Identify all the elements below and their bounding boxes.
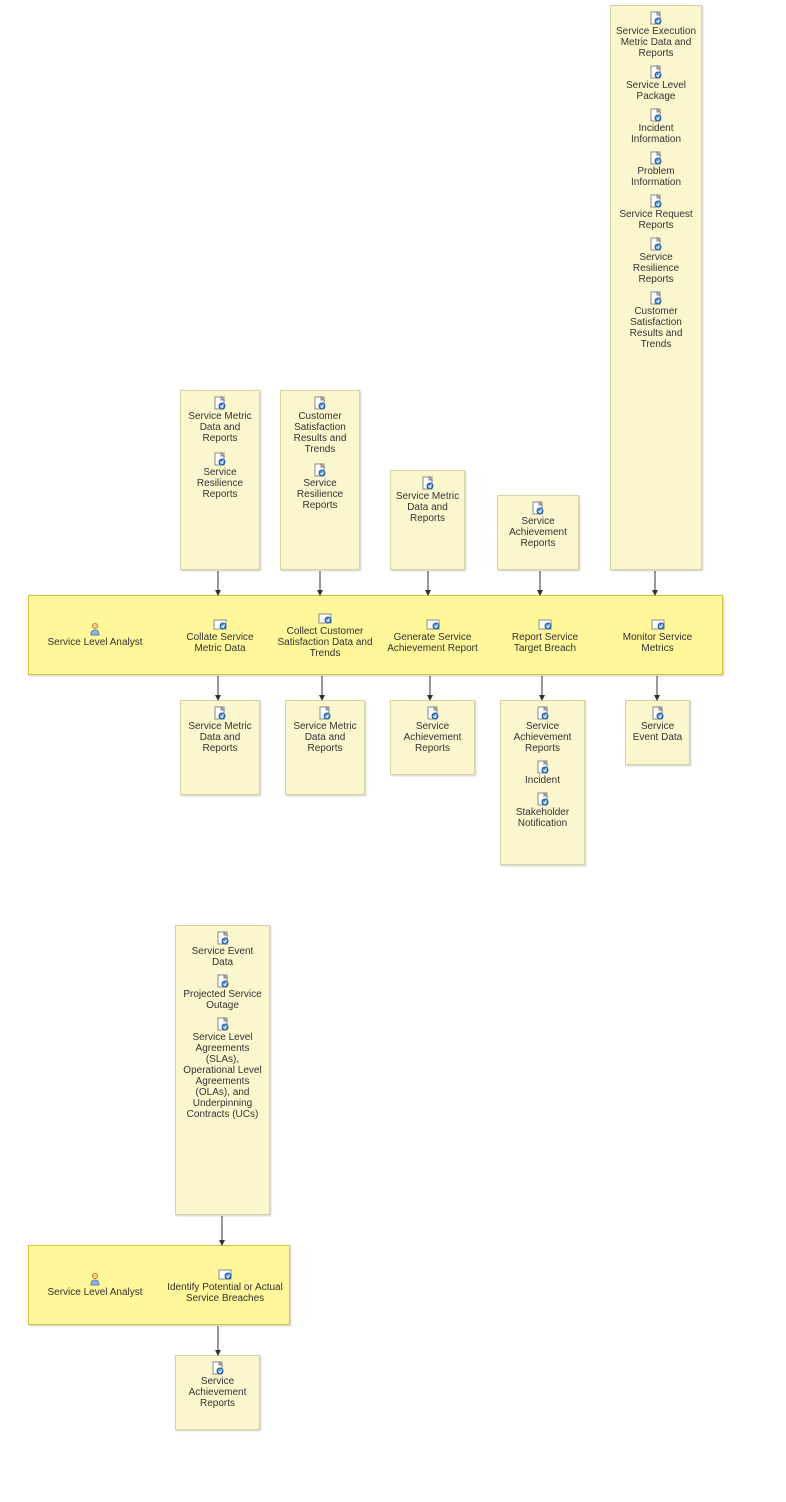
person-icon [88,622,102,636]
input-box: Service Metric Data and Reports [390,470,465,570]
activity-label: Report Service Target Breach [497,632,593,654]
activity-label: Collect Customer Satisfaction Data and T… [277,626,373,659]
activity-cell[interactable]: Monitor Service Metrics [605,597,710,673]
input-box: Service Execution Metric Data and Report… [610,5,702,570]
document-icon [421,476,435,490]
output-box: Service Achievement Reports Incident Sta… [500,700,585,865]
output-box: Service Metric Data and Reports [180,700,260,795]
artifact-label: Customer Satisfaction Results and Trends [285,411,355,455]
activity-label: Identify Potential or Actual Service Bre… [167,1282,283,1304]
role-cell: Service Level Analyst [30,597,160,673]
activity-label: Monitor Service Metrics [607,632,708,654]
artifact-label: Service Metric Data and Reports [185,721,255,754]
output-box: Service Event Data [625,700,690,765]
artifact-label: Projected Service Outage [180,989,265,1011]
artifact-label: Service Metric Data and Reports [290,721,360,754]
artifact-label: Problem Information [615,166,697,188]
artifact-label: Service Achievement Reports [395,721,470,754]
output-box: Service Achievement Reports [175,1355,260,1430]
document-icon [649,65,663,79]
artifact-label: Service Level Package [615,80,697,102]
document-icon [649,291,663,305]
activity-label: Generate Service Achievement Report [382,632,483,654]
document-icon [216,974,230,988]
document-icon [649,194,663,208]
artifact-label: Service Achievement Reports [502,516,574,549]
role-label: Service Level Analyst [47,1287,142,1298]
document-icon [649,11,663,25]
input-box: Service Metric Data and Reports Service … [180,390,260,570]
document-icon [313,463,327,477]
artifact-label: Service Metric Data and Reports [395,491,460,524]
diagram-canvas: Service Metric Data and Reports Service … [0,0,786,1502]
document-icon [211,1361,225,1375]
activity-label: Collate Service Metric Data [172,632,268,654]
activity-cell[interactable]: Collect Customer Satisfaction Data and T… [275,597,375,673]
document-icon [318,706,332,720]
input-box: Service Event Data Projected Service Out… [175,925,270,1215]
artifact-label: Service Resilience Reports [285,478,355,511]
person-icon [88,1272,102,1286]
artifact-label: Service Achievement Reports [505,721,580,754]
activity-cell[interactable]: Generate Service Achievement Report [380,597,485,673]
document-icon [649,237,663,251]
activity-icon [426,617,440,631]
artifact-label: Service Resilience Reports [615,252,697,285]
activity-cell[interactable]: Collate Service Metric Data [170,597,270,673]
input-box: Customer Satisfaction Results and Trends… [280,390,360,570]
document-icon [536,792,550,806]
artifact-label: Service Level Agreements (SLAs), Operati… [180,1032,265,1120]
artifact-label: Service Resilience Reports [185,467,255,500]
document-icon [426,706,440,720]
artifact-label: Service Metric Data and Reports [185,411,255,444]
artifact-label: Service Event Data [630,721,685,743]
document-icon [313,396,327,410]
document-icon [216,1017,230,1031]
output-box: Service Metric Data and Reports [285,700,365,795]
role-label: Service Level Analyst [47,637,142,648]
artifact-label: Stakeholder Notification [505,807,580,829]
document-icon [649,151,663,165]
artifact-label: Service Event Data [180,946,265,968]
document-icon [213,396,227,410]
document-icon [213,706,227,720]
input-box: Service Achievement Reports [497,495,579,570]
artifact-label: Service Request Reports [615,209,697,231]
activity-cell[interactable]: Report Service Target Breach [495,597,595,673]
artifact-label: Incident Information [615,123,697,145]
document-icon [536,760,550,774]
activity-icon [318,611,332,625]
activity-icon [213,617,227,631]
role-cell: Service Level Analyst [30,1247,160,1323]
artifact-label: Customer Satisfaction Results and Trends [615,306,697,350]
document-icon [216,931,230,945]
artifact-label: Incident [525,775,560,786]
document-icon [649,108,663,122]
document-icon [531,501,545,515]
artifact-label: Service Execution Metric Data and Report… [615,26,697,59]
activity-icon [218,1267,232,1281]
document-icon [536,706,550,720]
output-box: Service Achievement Reports [390,700,475,775]
activity-icon [538,617,552,631]
activity-icon [651,617,665,631]
document-icon [651,706,665,720]
activity-cell[interactable]: Identify Potential or Actual Service Bre… [165,1247,285,1323]
document-icon [213,452,227,466]
artifact-label: Service Achievement Reports [180,1376,255,1409]
